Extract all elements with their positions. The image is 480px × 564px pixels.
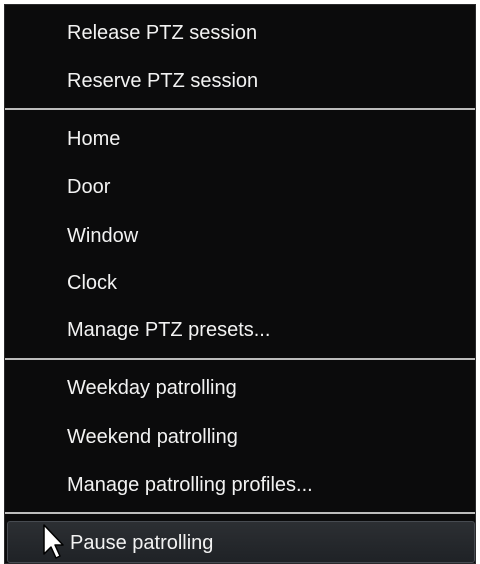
menu-item-reserve-ptz-session[interactable]: Reserve PTZ session (5, 61, 475, 101)
menu-item-release-ptz-session[interactable]: Release PTZ session (5, 13, 475, 53)
menu-item-pause-patrolling[interactable]: Pause patrolling (7, 521, 475, 563)
menu-item-preset-window[interactable]: Window (5, 216, 475, 256)
menu-item-preset-door[interactable]: Door (5, 167, 475, 207)
menu-separator (5, 108, 475, 110)
menu-separator (5, 358, 475, 360)
menu-separator (5, 512, 475, 514)
menu-item-manage-patrolling-profiles[interactable]: Manage patrolling profiles... (5, 465, 475, 505)
menu-item-manage-ptz-presets[interactable]: Manage PTZ presets... (5, 310, 475, 350)
menu-item-weekend-patrolling[interactable]: Weekend patrolling (5, 417, 475, 457)
menu-item-preset-clock[interactable]: Clock (5, 263, 475, 303)
arrow-pointer-icon (43, 524, 64, 559)
menu-item-weekday-patrolling[interactable]: Weekday patrolling (5, 368, 475, 408)
menu-item-preset-home[interactable]: Home (5, 119, 475, 159)
ptz-context-menu: Release PTZ session Reserve PTZ session … (4, 4, 476, 564)
